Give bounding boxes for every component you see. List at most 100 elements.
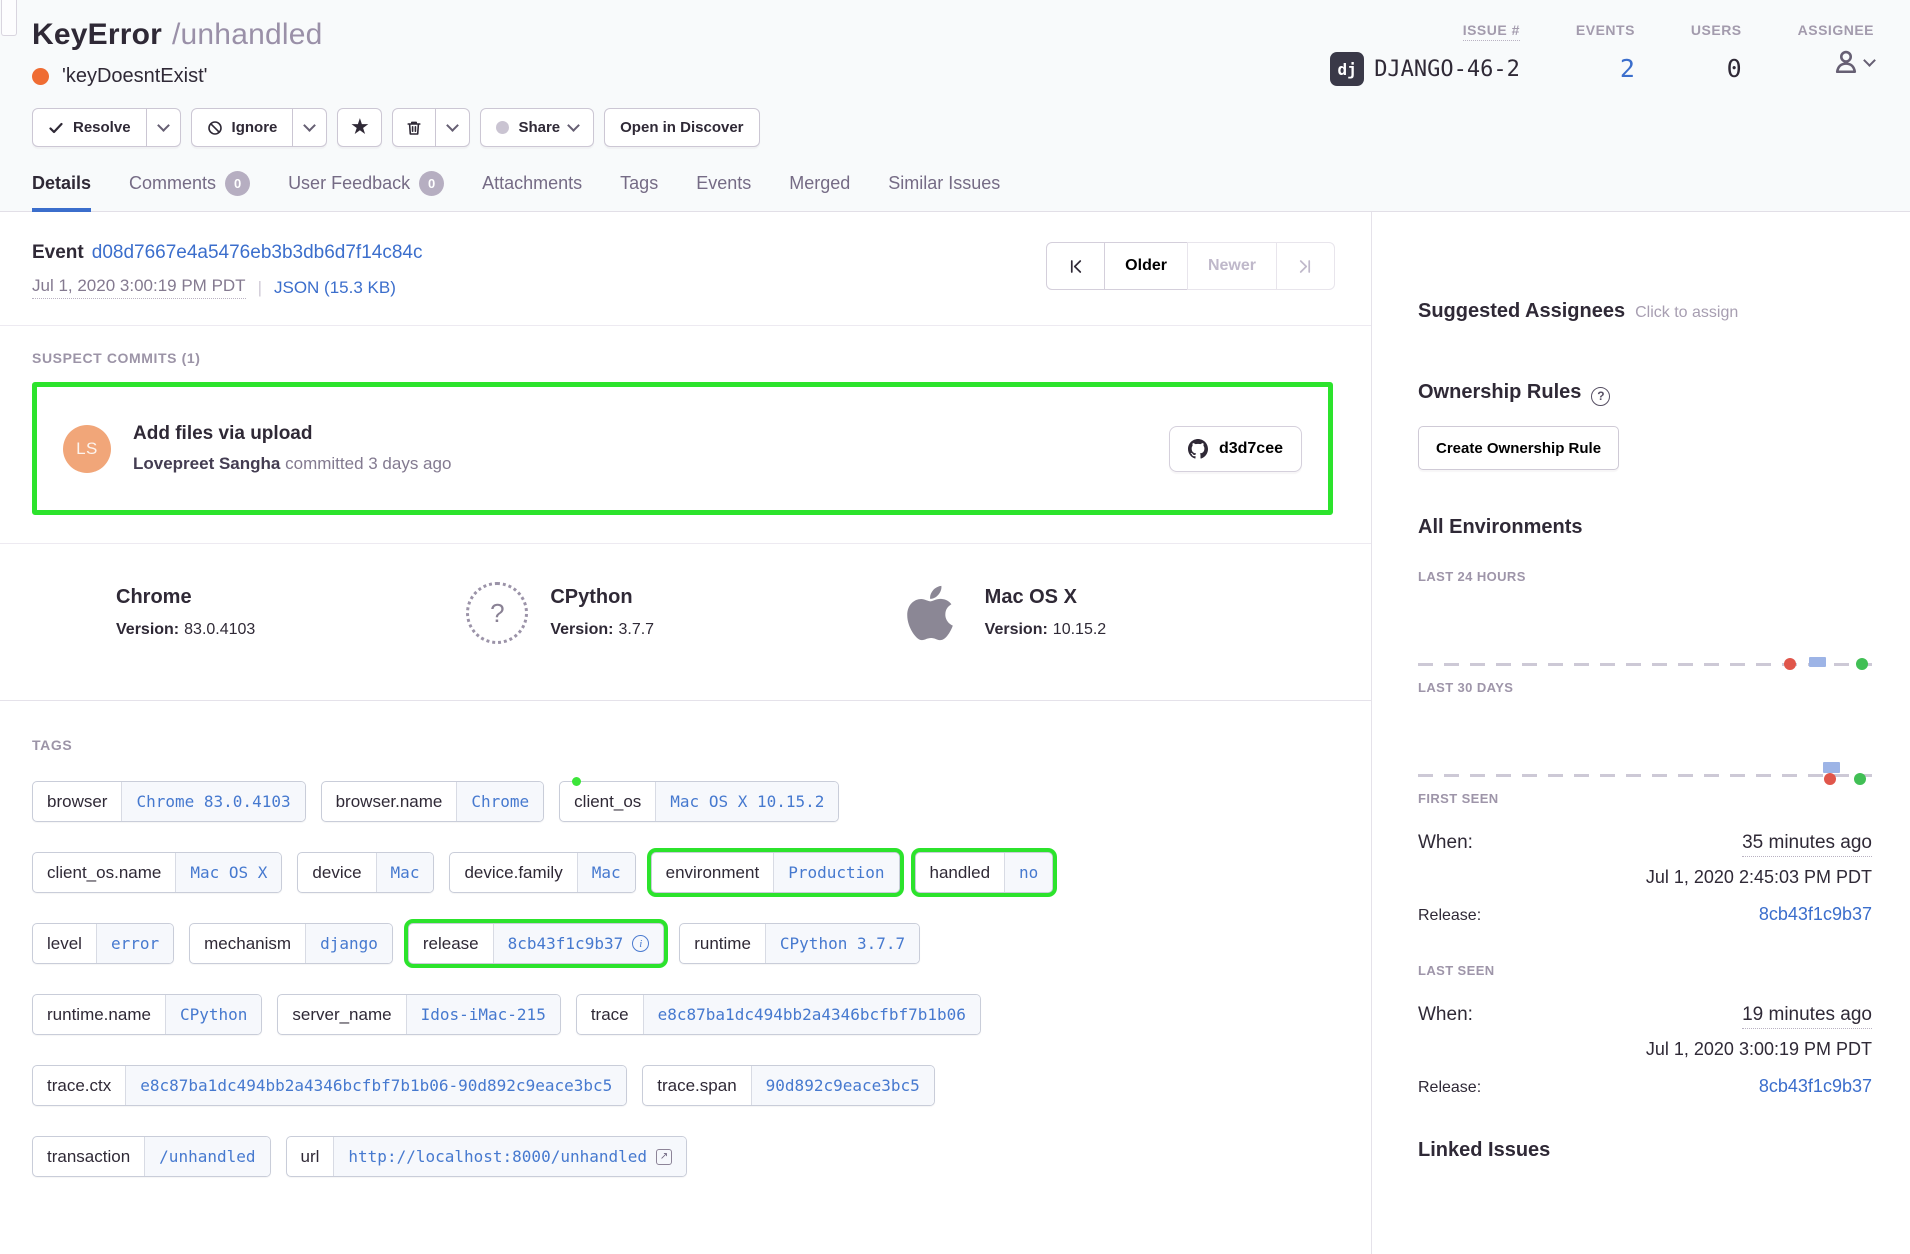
tag-value-link[interactable]: Mac OS X 10.15.2 — [656, 782, 838, 821]
all-environments-heading: All Environments — [1418, 516, 1872, 539]
sparkline-baseline — [1418, 663, 1872, 666]
tag-value-link[interactable]: Idos-iMac-215 — [407, 995, 560, 1034]
tag-key: url — [287, 1137, 335, 1176]
question-mark-icon[interactable]: ? — [1591, 387, 1610, 406]
tab[interactable]: Details — [32, 171, 91, 211]
issue-title-block: KeyError/unhandled 'keyDoesntExist' — [32, 18, 322, 88]
context-item: ? CPython Version:3.7.7 — [466, 582, 900, 700]
create-ownership-rule-button[interactable]: Create Ownership Rule — [1418, 426, 1619, 470]
events-count[interactable]: 2 — [1620, 54, 1635, 83]
context-name: Mac OS X — [985, 586, 1107, 609]
tab-label: Similar Issues — [888, 173, 1000, 194]
tag-pill: browser.name Chrome — [321, 781, 545, 822]
tag-value-link[interactable]: Mac — [377, 853, 434, 892]
tab-label: Details — [32, 173, 91, 194]
tags-section: TAGS browser Chrome 83.0.4103 — [0, 701, 1371, 1177]
chevron-down-icon — [304, 119, 317, 132]
tag-pill: trace.span 90d892c9eace3bc5 — [642, 1065, 935, 1106]
resolve-button[interactable]: Resolve — [32, 108, 147, 147]
tag-value-link[interactable]: Chrome 83.0.4103 — [122, 782, 304, 821]
open-in-discover-button[interactable]: Open in Discover — [604, 108, 759, 147]
tag-pill: level error — [32, 923, 174, 964]
issue-number-label: ISSUE # — [1463, 22, 1520, 41]
tab-label: Events — [696, 173, 751, 194]
first-seen-block: FIRST SEEN When: 35 minutes ago Jul 1, 2… — [1418, 791, 1872, 925]
bookmark-star-button[interactable]: ★ — [337, 108, 382, 147]
users-count[interactable]: 0 — [1727, 54, 1742, 83]
tag-key: trace.span — [643, 1066, 751, 1105]
tag-key: browser.name — [322, 782, 458, 821]
first-seen-release-link[interactable]: 8cb43f1c9b37 — [1759, 904, 1872, 925]
tag-pill: handled no — [915, 852, 1054, 893]
event-label: Event — [32, 242, 84, 263]
issue-sidebar: Suggested Assignees Click to assign Owne… — [1372, 212, 1910, 1254]
last-seen-heading: LAST SEEN — [1418, 963, 1872, 978]
first-seen-absolute: Jul 1, 2020 2:45:03 PM PDT — [1418, 867, 1872, 888]
delete-button[interactable] — [392, 108, 436, 147]
tag-pill: trace.ctx e8c87ba1dc494bb2a4346bcfbf7b1b… — [32, 1065, 627, 1106]
external-link-icon[interactable]: ↗ — [656, 1149, 672, 1165]
tab[interactable]: User Feedback 0 — [288, 171, 444, 211]
last-seen-absolute: Jul 1, 2020 3:00:19 PM PDT — [1418, 1039, 1872, 1060]
tag-value-link[interactable]: /unhandled — [145, 1137, 269, 1176]
tag-value-link[interactable]: CPython 3.7.7 — [766, 924, 919, 963]
event-contexts: Chrome Version:83.0.4103 ? CPython — [0, 543, 1371, 701]
issue-type: KeyError — [32, 18, 162, 51]
tag-value-link[interactable]: Chrome — [457, 782, 543, 821]
last-page-button[interactable] — [1276, 242, 1335, 290]
event-json-link[interactable]: JSON (15.3 KB) — [274, 278, 396, 298]
linked-issues-heading: Linked Issues — [1418, 1139, 1872, 1162]
tag-pill: client_os Mac OS X 10.15.2 — [559, 781, 839, 822]
tag-value-link[interactable]: error — [97, 924, 173, 963]
tag-value-link[interactable]: no — [1005, 853, 1052, 892]
event-count-bar — [1809, 657, 1826, 667]
tag-value-link[interactable]: Production — [774, 853, 898, 892]
tab[interactable]: Comments 0 — [129, 171, 250, 211]
tag-value-link[interactable]: Mac — [578, 853, 635, 892]
tag-value-link[interactable]: e8c87ba1dc494bb2a4346bcfbf7b1b06 — [644, 995, 980, 1034]
ignore-button[interactable]: Ignore — [191, 108, 294, 147]
last-seen-marker-dot — [1854, 773, 1866, 785]
first-page-icon — [1067, 258, 1084, 275]
issue-message: 'keyDoesntExist' — [62, 65, 207, 88]
tag-value-link[interactable]: e8c87ba1dc494bb2a4346bcfbf7b1b06-90d892c… — [126, 1066, 626, 1105]
stat-events: EVENTS 2 — [1576, 22, 1635, 86]
separator: | — [258, 278, 262, 298]
share-dot-icon — [496, 121, 509, 134]
last-seen-release-link[interactable]: 8cb43f1c9b37 — [1759, 1076, 1872, 1097]
older-event-button[interactable]: Older — [1104, 242, 1188, 290]
tag-value-link[interactable]: 90d892c9eace3bc5 — [752, 1066, 934, 1105]
tag-value-link[interactable]: django — [306, 924, 392, 963]
context-item: Chrome Version:83.0.4103 — [32, 582, 466, 700]
tag-value-link[interactable]: Mac OS X — [176, 853, 281, 892]
commit-sha-button[interactable]: d3d7cee — [1169, 426, 1302, 472]
ignore-dropdown-button[interactable] — [293, 108, 327, 147]
tab[interactable]: Events — [696, 171, 751, 211]
sparkline-baseline — [1418, 774, 1872, 777]
when-label: When: — [1418, 1004, 1473, 1026]
info-icon[interactable]: i — [632, 935, 649, 952]
first-seen-marker-dot — [1784, 658, 1796, 670]
context-item: Mac OS X Version:10.15.2 — [901, 582, 1335, 700]
delete-dropdown-button[interactable] — [436, 108, 470, 147]
context-name: Chrome — [116, 586, 255, 609]
tab[interactable]: Tags — [620, 171, 658, 211]
ownership-rules-heading: Ownership Rules — [1418, 381, 1581, 404]
tag-pill: client_os.name Mac OS X — [32, 852, 282, 893]
tag-value-link[interactable]: CPython — [166, 995, 261, 1034]
suspect-commits-section: SUSPECT COMMITS (1) LS Add files via upl… — [0, 326, 1371, 543]
first-seen-marker-dot — [1824, 773, 1836, 785]
event-id-link[interactable]: d08d7667e4a5476eb3b3db6d7f14c84c — [92, 242, 423, 263]
issue-tabs: Details Comments 0 User Feedback 0 Attac… — [32, 171, 1874, 211]
share-button[interactable]: Share — [480, 108, 594, 147]
tag-value-link[interactable]: http://localhost:8000/unhandled ↗ — [334, 1137, 686, 1176]
first-event-button[interactable] — [1046, 242, 1105, 290]
tag-value-link[interactable]: 8cb43f1c9b37 i — [494, 924, 664, 963]
issue-details-main: Eventd08d7667e4a5476eb3b3db6d7f14c84c Ju… — [0, 212, 1372, 1254]
tab[interactable]: Similar Issues — [888, 171, 1000, 211]
newer-event-button[interactable]: Newer — [1187, 242, 1277, 290]
tab[interactable]: Attachments — [482, 171, 582, 211]
assignee-dropdown[interactable] — [1798, 49, 1874, 75]
resolve-dropdown-button[interactable] — [147, 108, 181, 147]
tab[interactable]: Merged — [789, 171, 850, 211]
